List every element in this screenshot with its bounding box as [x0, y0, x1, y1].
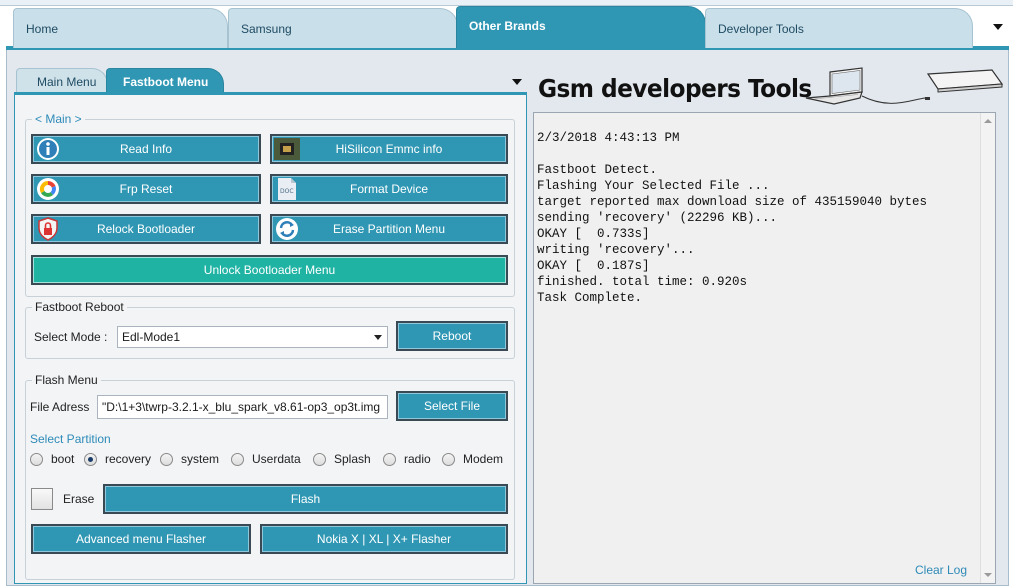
radio-modem-label: Modem — [463, 452, 504, 466]
svg-text:DOC: DOC — [280, 188, 294, 195]
radio-radio-circle — [383, 452, 396, 466]
log-text: 2/3/2018 4:43:13 PM Fastboot Detect. Flas… — [537, 130, 927, 306]
select-file-button[interactable]: Select File — [396, 391, 508, 421]
file-address-input[interactable]: "D:\1+3\twrp-3.2.1-x_blu_spark_v8.61-op3… — [97, 395, 388, 419]
mode-select[interactable]: Edl-Mode1 — [117, 326, 388, 348]
erase-partition-label: Erase Partition Menu — [332, 222, 446, 236]
select-mode-label: Select Mode : — [34, 330, 108, 344]
log-line: Task Complete. — [537, 291, 643, 305]
flash-button[interactable]: Flash — [103, 484, 508, 514]
subtab-fastboot-menu[interactable]: Fastboot Menu — [106, 68, 224, 94]
tab-home[interactable]: Home — [13, 8, 228, 48]
flash-label: Flash — [290, 492, 321, 506]
info-icon — [35, 138, 61, 160]
radio-boot-circle — [30, 452, 43, 466]
radio-recovery-label: recovery — [105, 452, 152, 466]
erase-partition-menu-button[interactable]: Erase Partition Menu — [270, 214, 508, 244]
brand-title: Gsm developers Tools — [538, 74, 812, 103]
frp-reset-button[interactable]: Frp Reset — [31, 174, 261, 204]
log-line: 2/3/2018 4:43:13 PM — [537, 131, 680, 145]
tab-other-brands[interactable]: Other Brands — [456, 6, 706, 48]
tab-developer-tools-label: Developer Tools — [718, 22, 804, 36]
radio-system[interactable]: system — [160, 451, 219, 467]
file-address-value: "D:\1+3\twrp-3.2.1-x_blu_spark_v8.61-op3… — [102, 400, 381, 414]
unlock-bootloader-menu-button[interactable]: Unlock Bootloader Menu — [31, 255, 508, 285]
log-line: OKAY [ 0.187s] — [537, 259, 650, 273]
tab-samsung-label: Samsung — [241, 22, 292, 36]
advanced-menu-flasher-button[interactable]: Advanced menu Flasher — [31, 524, 251, 554]
relock-label: Relock Bootloader — [96, 222, 196, 236]
radio-radio[interactable]: radio — [383, 451, 431, 467]
main-group-title: < Main > — [32, 112, 85, 126]
scroll-down-icon — [984, 573, 992, 577]
subtab-main-menu-label: Main Menu — [37, 75, 97, 89]
tab-overflow-chevron-down-icon[interactable] — [988, 14, 1008, 42]
tab-home-label: Home — [26, 22, 59, 36]
log-line: finished. total time: 0.920s — [537, 275, 748, 289]
tab-developer-tools[interactable]: Developer Tools — [705, 8, 973, 48]
mode-select-chevron-down-icon — [374, 335, 382, 340]
file-address-label: File Adress — [30, 400, 90, 414]
reboot-button[interactable]: Reboot — [396, 321, 508, 351]
format-device-button[interactable]: DOC Format Device — [270, 174, 508, 204]
relock-bootloader-button[interactable]: Relock Bootloader — [31, 214, 261, 244]
nokia-flasher-label: Nokia X | XL | X+ Flasher — [316, 532, 452, 546]
radio-boot[interactable]: boot — [30, 451, 74, 467]
chip-icon — [274, 138, 300, 160]
subtab-fastboot-menu-label: Fastboot Menu — [123, 75, 209, 89]
tab-other-brands-label: Other Brands — [469, 19, 546, 33]
radio-modem[interactable]: Modem — [442, 451, 503, 467]
google-icon — [35, 178, 61, 200]
subtab-main-menu[interactable]: Main Menu — [16, 68, 108, 94]
radio-splash-label: Splash — [334, 452, 371, 466]
radio-system-label: system — [181, 452, 220, 466]
log-line: OKAY [ 0.733s] — [537, 227, 650, 241]
read-info-button[interactable]: Read Info — [31, 134, 261, 164]
radio-radio-label: radio — [404, 452, 431, 466]
select-partition-label: Select Partition — [30, 432, 111, 446]
log-line: sending 'recovery' (22296 KB)... — [537, 211, 778, 225]
laptop-phone-icon — [800, 66, 1005, 108]
radio-modem-circle — [442, 452, 455, 466]
log-line: writing 'recovery'... — [537, 243, 695, 257]
clear-log-link[interactable]: Clear Log — [915, 563, 967, 577]
format-device-label: Format Device — [349, 182, 429, 196]
log-line: Flashing Your Selected File ... — [537, 179, 770, 193]
reboot-label: Reboot — [432, 329, 472, 343]
nokia-flasher-button[interactable]: Nokia X | XL | X+ Flasher — [260, 524, 508, 554]
fastboot-reboot-title: Fastboot Reboot — [32, 300, 127, 314]
refresh-icon — [274, 218, 300, 240]
mode-select-value: Edl-Mode1 — [122, 330, 181, 344]
advanced-flasher-label: Advanced menu Flasher — [75, 532, 207, 546]
lock-shield-icon — [35, 217, 61, 241]
log-line: Fastboot Detect. — [537, 163, 658, 177]
log-line: target reported max download size of 435… — [537, 195, 928, 209]
radio-userdata-label: Userdata — [252, 452, 301, 466]
subtab-overflow-chevron-down-icon[interactable] — [508, 73, 526, 91]
log-scrollbar[interactable] — [980, 113, 995, 583]
radio-system-circle — [160, 452, 173, 466]
read-info-label: Read Info — [119, 142, 173, 156]
tab-samsung[interactable]: Samsung — [228, 8, 458, 48]
hisilicon-emmc-info-button[interactable]: HiSilicon Emmc info — [270, 134, 508, 164]
erase-checkbox[interactable] — [31, 488, 53, 510]
scroll-up-icon — [984, 119, 992, 123]
erase-label: Erase — [63, 492, 95, 506]
radio-splash-circle — [313, 452, 326, 466]
hisilicon-label: HiSilicon Emmc info — [335, 142, 443, 156]
radio-userdata[interactable]: Userdata — [231, 451, 301, 467]
radio-recovery-circle — [84, 452, 97, 466]
radio-userdata-circle — [231, 452, 244, 466]
radio-splash[interactable]: Splash — [313, 451, 371, 467]
radio-boot-label: boot — [51, 452, 75, 466]
select-file-label: Select File — [423, 399, 481, 413]
radio-recovery[interactable]: recovery — [84, 451, 151, 467]
unlock-label: Unlock Bootloader Menu — [203, 263, 336, 277]
doc-icon: DOC — [274, 178, 300, 200]
flash-menu-title: Flash Menu — [32, 373, 101, 387]
frp-reset-label: Frp Reset — [119, 182, 173, 196]
